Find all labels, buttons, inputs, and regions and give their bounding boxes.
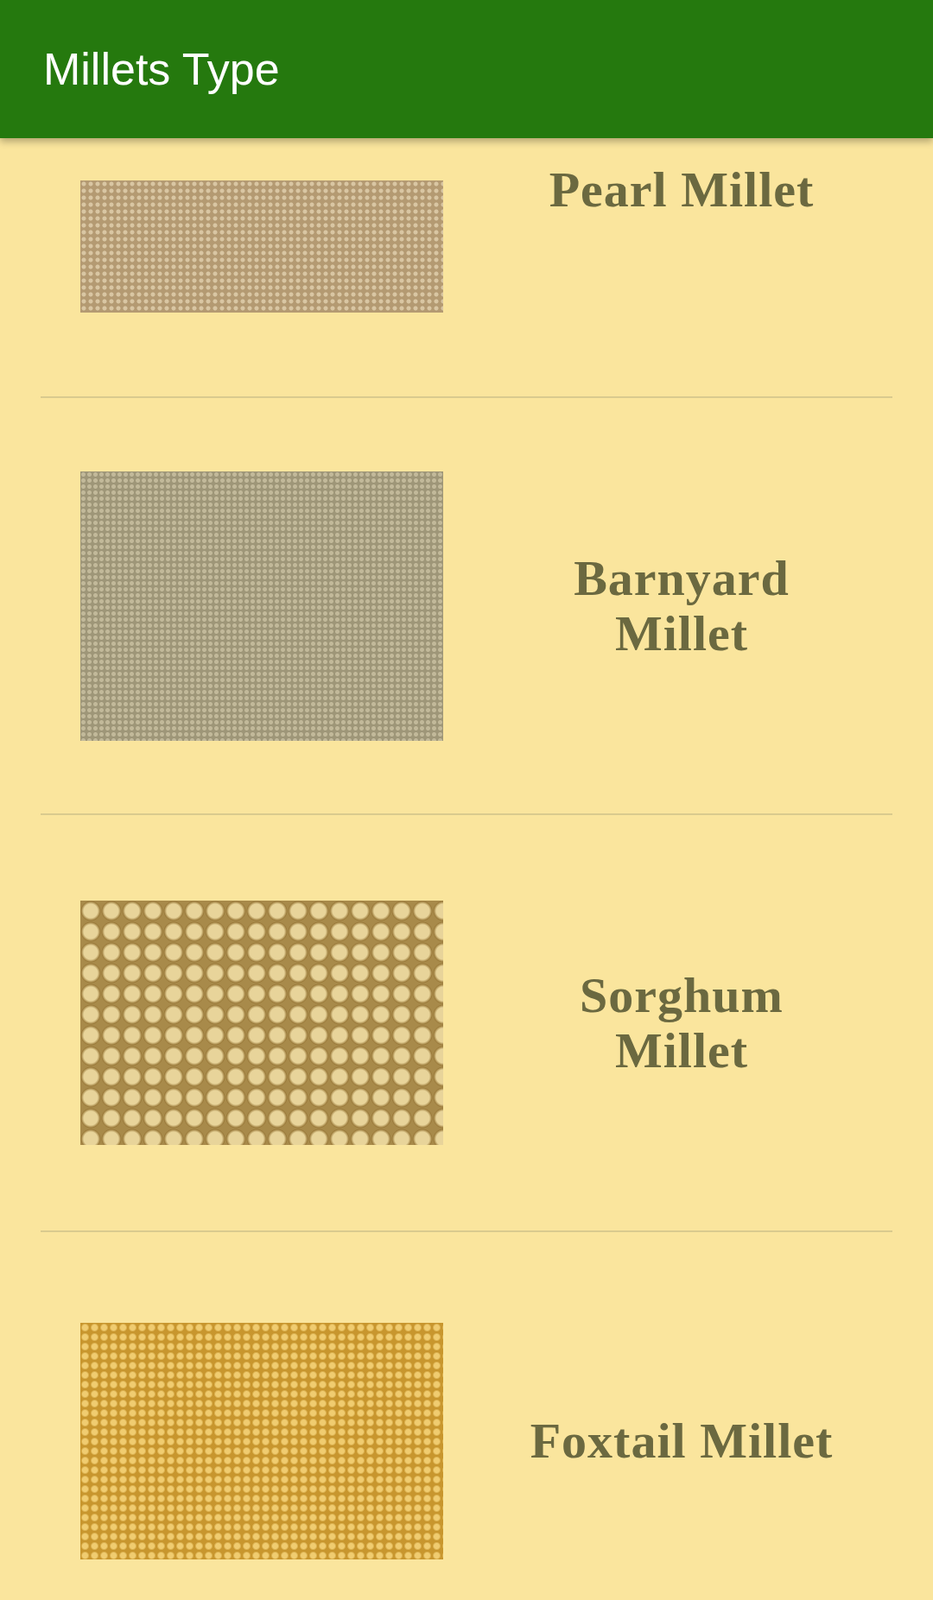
millet-name-box: Foxtail Millet [443, 1414, 893, 1470]
millet-photo [80, 901, 444, 1146]
millet-name: Pearl Millet [549, 162, 815, 218]
millet-row[interactable]: Foxtail Millet [40, 1232, 893, 1600]
millet-photo [80, 471, 444, 742]
millet-row[interactable]: Sorghum Millet [40, 815, 893, 1233]
millet-photo [80, 1323, 444, 1561]
millet-name: Barnyard Millet [526, 551, 838, 662]
millet-photo [80, 180, 444, 313]
millet-name-box: Barnyard Millet [443, 551, 893, 662]
millet-row[interactable]: Pearl Millet [40, 138, 893, 399]
millet-name: Sorghum Millet [526, 968, 838, 1079]
millet-row[interactable]: Barnyard Millet [40, 398, 893, 816]
app-bar: Millets Type [0, 0, 933, 139]
millet-name: Foxtail Millet [530, 1414, 834, 1470]
millet-name-box: Pearl Millet [443, 138, 893, 218]
app-title: Millets Type [43, 42, 280, 96]
millet-list: Pearl Millet Barnyard Millet Sorghum Mille… [40, 138, 893, 1600]
millet-name-box: Sorghum Millet [443, 968, 893, 1079]
